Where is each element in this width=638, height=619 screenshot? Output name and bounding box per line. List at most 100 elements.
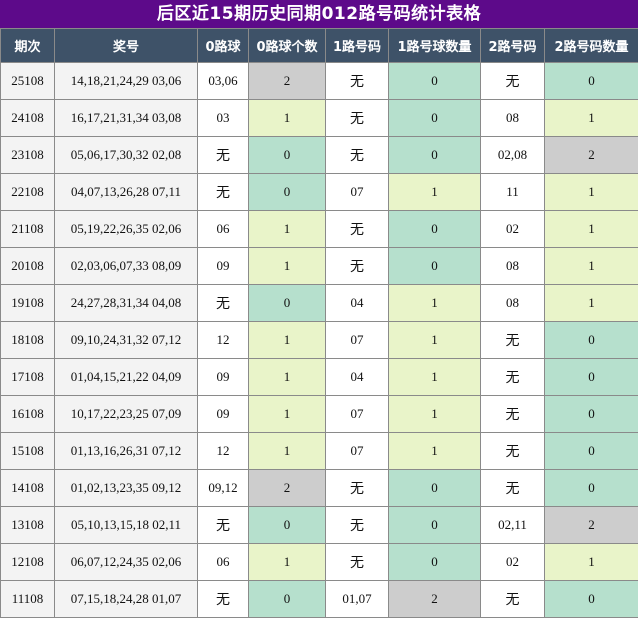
route0-numbers-cell: 09	[197, 395, 249, 433]
route0-numbers-cell: 无	[197, 506, 249, 544]
route1-count-cell: 2	[388, 580, 481, 618]
route0-count-cell: 0	[248, 580, 326, 618]
route2-numbers-cell: 11	[480, 173, 545, 211]
col-header-route1-count: 1路号球数量	[388, 28, 481, 63]
stats-page: 后区近15期历史同期012路号码统计表格 期次 奖号 0路球 0路球个数 1路号…	[0, 0, 638, 619]
period-cell: 15108	[0, 432, 55, 470]
table-row: 25108 14,18,21,24,29 03,06 03,06 2 无 0 无 0	[0, 62, 638, 100]
route0-count-cell: 0	[248, 506, 326, 544]
route1-numbers-cell: 04	[325, 284, 389, 322]
route1-count-cell: 0	[388, 99, 481, 137]
route0-numbers-cell: 06	[197, 210, 249, 248]
table-row: 14108 01,02,13,23,35 09,12 09,12 2 无 0 无 0	[0, 469, 638, 507]
table-row: 18108 09,10,24,31,32 07,12 12 1 07 1 无 0	[0, 321, 638, 359]
route1-numbers-cell: 07	[325, 321, 389, 359]
period-cell: 19108	[0, 284, 55, 322]
route1-numbers-cell: 07	[325, 395, 389, 433]
route2-count-cell: 0	[544, 580, 638, 618]
col-header-route1-numbers: 1路号码	[325, 28, 389, 63]
route1-numbers-cell: 无	[325, 469, 389, 507]
route0-count-cell: 2	[248, 62, 326, 100]
route1-count-cell: 0	[388, 62, 481, 100]
route1-count-cell: 1	[388, 432, 481, 470]
route1-numbers-cell: 无	[325, 506, 389, 544]
draw-cell: 05,19,22,26,35 02,06	[54, 210, 198, 248]
period-cell: 22108	[0, 173, 55, 211]
draw-cell: 24,27,28,31,34 04,08	[54, 284, 198, 322]
table-row: 20108 02,03,06,07,33 08,09 09 1 无 0 08 1	[0, 247, 638, 285]
period-cell: 17108	[0, 358, 55, 396]
route0-numbers-cell: 03	[197, 99, 249, 137]
route1-count-cell: 0	[388, 136, 481, 174]
route0-count-cell: 0	[248, 173, 326, 211]
draw-cell: 09,10,24,31,32 07,12	[54, 321, 198, 359]
route1-numbers-cell: 04	[325, 358, 389, 396]
route1-count-cell: 0	[388, 247, 481, 285]
route2-numbers-cell: 02,11	[480, 506, 545, 544]
route2-numbers-cell: 08	[480, 247, 545, 285]
period-cell: 14108	[0, 469, 55, 507]
route0-numbers-cell: 12	[197, 432, 249, 470]
route0-numbers-cell: 无	[197, 173, 249, 211]
table-row: 15108 01,13,16,26,31 07,12 12 1 07 1 无 0	[0, 432, 638, 470]
period-cell: 12108	[0, 543, 55, 581]
route2-numbers-cell: 无	[480, 432, 545, 470]
route2-numbers-cell: 02,08	[480, 136, 545, 174]
route2-count-cell: 1	[544, 543, 638, 581]
route2-count-cell: 1	[544, 247, 638, 285]
draw-cell: 02,03,06,07,33 08,09	[54, 247, 198, 285]
table-row: 11108 07,15,18,24,28 01,07 无 0 01,07 2 无 0	[0, 580, 638, 618]
period-cell: 11108	[0, 580, 55, 618]
stats-table: 期次 奖号 0路球 0路球个数 1路号码 1路号球数量 2路号码 2路号码数量 …	[0, 28, 638, 618]
draw-cell: 10,17,22,23,25 07,09	[54, 395, 198, 433]
draw-cell: 05,10,13,15,18 02,11	[54, 506, 198, 544]
table-row: 17108 01,04,15,21,22 04,09 09 1 04 1 无 0	[0, 358, 638, 396]
route2-count-cell: 1	[544, 99, 638, 137]
route0-numbers-cell: 无	[197, 580, 249, 618]
route2-numbers-cell: 无	[480, 395, 545, 433]
route0-numbers-cell: 09	[197, 358, 249, 396]
route2-numbers-cell: 无	[480, 580, 545, 618]
route1-numbers-cell: 无	[325, 543, 389, 581]
route2-numbers-cell: 无	[480, 469, 545, 507]
draw-cell: 01,04,15,21,22 04,09	[54, 358, 198, 396]
draw-cell: 16,17,21,31,34 03,08	[54, 99, 198, 137]
route0-count-cell: 1	[248, 395, 326, 433]
route0-numbers-cell: 09,12	[197, 469, 249, 507]
route0-count-cell: 1	[248, 432, 326, 470]
period-cell: 23108	[0, 136, 55, 174]
table-row: 22108 04,07,13,26,28 07,11 无 0 07 1 11 1	[0, 173, 638, 211]
route2-count-cell: 1	[544, 284, 638, 322]
route2-numbers-cell: 无	[480, 321, 545, 359]
draw-cell: 01,02,13,23,35 09,12	[54, 469, 198, 507]
col-header-route0-count: 0路球个数	[248, 28, 326, 63]
route1-count-cell: 1	[388, 358, 481, 396]
draw-cell: 05,06,17,30,32 02,08	[54, 136, 198, 174]
period-cell: 21108	[0, 210, 55, 248]
route0-numbers-cell: 12	[197, 321, 249, 359]
table-row: 13108 05,10,13,15,18 02,11 无 0 无 0 02,11 2	[0, 506, 638, 544]
route1-count-cell: 0	[388, 543, 481, 581]
table-body: 25108 14,18,21,24,29 03,06 03,06 2 无 0 无 0 24108…	[0, 62, 638, 618]
header-row: 期次 奖号 0路球 0路球个数 1路号码 1路号球数量 2路号码 2路号码数量	[0, 28, 638, 63]
route1-numbers-cell: 07	[325, 432, 389, 470]
route2-numbers-cell: 02	[480, 543, 545, 581]
route0-numbers-cell: 03,06	[197, 62, 249, 100]
col-header-period: 期次	[0, 28, 55, 63]
route1-count-cell: 1	[388, 321, 481, 359]
table-row: 24108 16,17,21,31,34 03,08 03 1 无 0 08 1	[0, 99, 638, 137]
table-row: 21108 05,19,22,26,35 02,06 06 1 无 0 02 1	[0, 210, 638, 248]
route2-numbers-cell: 08	[480, 99, 545, 137]
route1-count-cell: 1	[388, 173, 481, 211]
draw-cell: 06,07,12,24,35 02,06	[54, 543, 198, 581]
draw-cell: 07,15,18,24,28 01,07	[54, 580, 198, 618]
route1-count-cell: 0	[388, 506, 481, 544]
draw-cell: 04,07,13,26,28 07,11	[54, 173, 198, 211]
period-cell: 20108	[0, 247, 55, 285]
route1-count-cell: 0	[388, 469, 481, 507]
period-cell: 25108	[0, 62, 55, 100]
route0-count-cell: 0	[248, 284, 326, 322]
route2-numbers-cell: 08	[480, 284, 545, 322]
table-row: 12108 06,07,12,24,35 02,06 06 1 无 0 02 1	[0, 543, 638, 581]
route0-count-cell: 1	[248, 210, 326, 248]
